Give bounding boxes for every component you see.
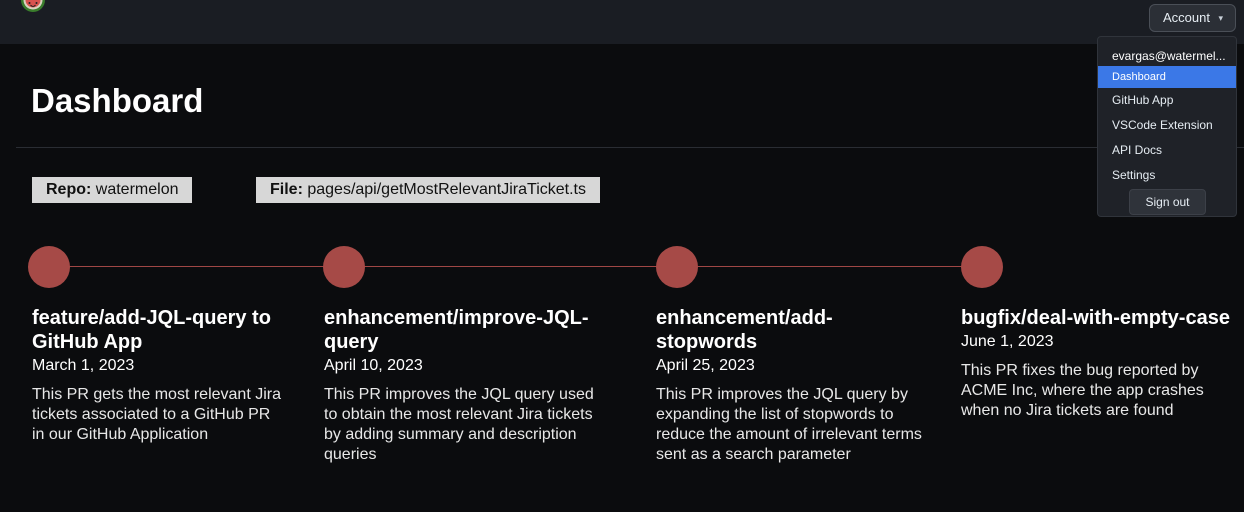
menu-item-settings[interactable]: Settings (1098, 164, 1236, 186)
timeline-dot (961, 246, 1003, 288)
timeline-item-title[interactable]: enhancement/improve-JQL-query (324, 306, 594, 354)
account-menu-button[interactable]: Account ▾ (1149, 4, 1236, 32)
account-button-label: Account (1163, 10, 1210, 25)
account-email: evargas@watermel... (1112, 49, 1226, 63)
sign-out-button[interactable]: Sign out (1129, 189, 1206, 215)
header-divider (16, 147, 1244, 148)
top-navbar: Account ▾ (0, 0, 1244, 44)
timeline-line (50, 266, 982, 267)
menu-item-dashboard[interactable]: Dashboard (1098, 66, 1236, 88)
timeline-item-date: June 1, 2023 (961, 333, 1054, 350)
timeline-item-date: April 10, 2023 (324, 357, 423, 374)
file-tag-value: pages/api/getMostRelevantJiraTicket.ts (307, 181, 586, 198)
timeline-item: feature/add-JQL-query to GitHub App Marc… (32, 306, 282, 445)
timeline-item: bugfix/deal-with-empty-case June 1, 2023… (961, 306, 1231, 421)
timeline-item-description: This PR gets the most relevant Jira tick… (32, 386, 281, 443)
account-dropdown-menu: evargas@watermel... Dashboard GitHub App… (1097, 36, 1237, 217)
menu-item-vscode-extension[interactable]: VSCode Extension (1098, 114, 1236, 136)
repo-tag-label: Repo: (46, 181, 92, 198)
timeline-item: enhancement/improve-JQL-query April 10, … (324, 306, 594, 465)
timeline-item-title[interactable]: enhancement/add-stopwords (656, 306, 926, 354)
timeline-item: enhancement/add-stopwords April 25, 2023… (656, 306, 926, 465)
menu-item-api-docs[interactable]: API Docs (1098, 139, 1236, 161)
page-title: Dashboard (31, 82, 204, 119)
timeline-item-description: This PR improves the JQL query by expand… (656, 386, 922, 463)
timeline-item-title[interactable]: feature/add-JQL-query to GitHub App (32, 306, 282, 354)
timeline-item-description: This PR improves the JQL query used to o… (324, 386, 594, 463)
watermelon-logo-icon[interactable] (20, 0, 46, 20)
timeline-item-date: April 25, 2023 (656, 357, 755, 374)
file-tag-label: File: (270, 181, 303, 198)
caret-down-icon: ▾ (1218, 13, 1223, 23)
timeline-item-date: March 1, 2023 (32, 357, 135, 374)
menu-item-github-app[interactable]: GitHub App (1098, 89, 1236, 111)
file-tag: File: pages/api/getMostRelevantJiraTicke… (256, 177, 600, 203)
timeline-dot (323, 246, 365, 288)
timeline-dot (656, 246, 698, 288)
timeline-dot (28, 246, 70, 288)
repo-tag: Repo: watermelon (32, 177, 193, 203)
timeline-item-title[interactable]: bugfix/deal-with-empty-case (961, 306, 1231, 330)
timeline-item-description: This PR fixes the bug reported by ACME I… (961, 362, 1204, 419)
repo-tag-value: watermelon (95, 181, 179, 198)
